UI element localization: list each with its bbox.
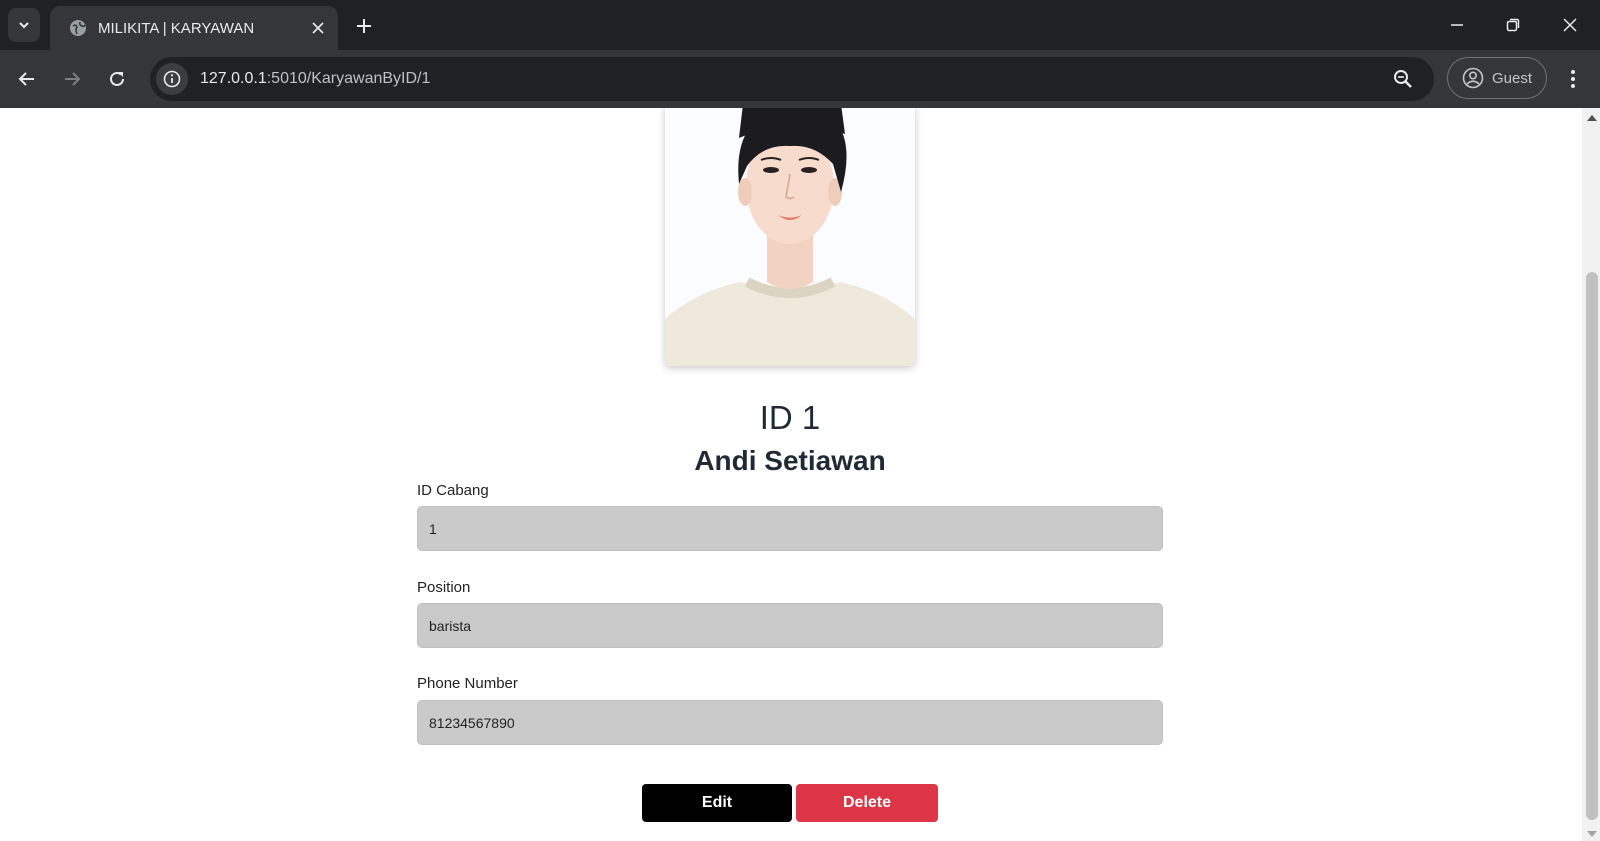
phone-number-field[interactable]: 81234567890 xyxy=(417,700,1163,745)
url-text: 127.0.0.1:5010/KaryawanByID/1 xyxy=(200,70,430,88)
portrait-image xyxy=(665,108,915,366)
id-cabang-label: ID Cabang xyxy=(417,482,489,499)
employee-id-heading: ID 1 xyxy=(759,399,821,436)
vertical-scrollbar[interactable] xyxy=(1582,108,1600,841)
url-path: :5010/KaryawanByID/1 xyxy=(266,70,431,87)
url-host: 127.0.0.1 xyxy=(200,70,267,87)
minimize-button[interactable] xyxy=(1435,8,1479,42)
arrow-left-icon xyxy=(18,72,34,86)
chevron-down-icon xyxy=(19,22,29,29)
scrollbar-thumb[interactable] xyxy=(1586,272,1598,820)
active-tab[interactable]: MILIKITA | KARYAWAN xyxy=(50,6,338,50)
position-label: Position xyxy=(417,579,471,596)
account-icon xyxy=(1462,67,1484,89)
address-bar[interactable]: 127.0.0.1:5010/KaryawanByID/1 xyxy=(150,57,1434,101)
reload-button[interactable] xyxy=(100,62,134,96)
position-field[interactable]: barista xyxy=(417,603,1163,648)
edit-button[interactable]: Edit xyxy=(642,784,792,822)
close-icon[interactable] xyxy=(308,18,328,38)
browser-toolbar: 127.0.0.1:5010/KaryawanByID/1 Guest xyxy=(0,50,1600,108)
tab-title: MILIKITA | KARYAWAN xyxy=(98,19,255,37)
id-cabang-value: 1 xyxy=(429,520,437,537)
forward-button[interactable] xyxy=(55,62,89,96)
tab-search-button[interactable] xyxy=(8,8,40,42)
globe-icon xyxy=(68,18,88,38)
close-window-button[interactable] xyxy=(1548,8,1592,42)
profile-button[interactable]: Guest xyxy=(1447,57,1547,99)
zoom-icon[interactable] xyxy=(1392,68,1414,90)
info-icon xyxy=(163,70,181,88)
restore-icon xyxy=(1506,18,1520,32)
new-tab-button[interactable] xyxy=(350,12,378,40)
tab-strip: MILIKITA | KARYAWAN xyxy=(0,0,1600,50)
arrow-right-icon xyxy=(65,72,81,86)
browser-menu-button[interactable] xyxy=(1558,64,1588,94)
position-value: barista xyxy=(429,617,472,634)
phone-number-label: Phone Number xyxy=(417,675,518,692)
employee-name-heading: Andi Setiawan xyxy=(694,445,886,476)
restore-button[interactable] xyxy=(1491,8,1535,42)
scroll-down-arrow-icon[interactable] xyxy=(1587,831,1597,837)
minimize-icon xyxy=(1451,24,1463,26)
employee-photo xyxy=(665,108,915,366)
back-button[interactable] xyxy=(10,62,44,96)
more-vert-icon xyxy=(1571,70,1575,88)
page-viewport: ID 1 Andi Setiawan ID Cabang 1 Position … xyxy=(0,108,1600,841)
site-info-button[interactable] xyxy=(156,63,188,95)
id-cabang-field[interactable]: 1 xyxy=(417,506,1163,551)
close-icon xyxy=(1563,18,1577,32)
phone-number-value: 81234567890 xyxy=(429,714,515,731)
reload-icon xyxy=(110,71,124,86)
plus-icon xyxy=(357,19,371,33)
profile-label: Guest xyxy=(1492,69,1533,87)
scroll-up-arrow-icon[interactable] xyxy=(1587,115,1597,121)
delete-button[interactable]: Delete xyxy=(796,784,938,822)
